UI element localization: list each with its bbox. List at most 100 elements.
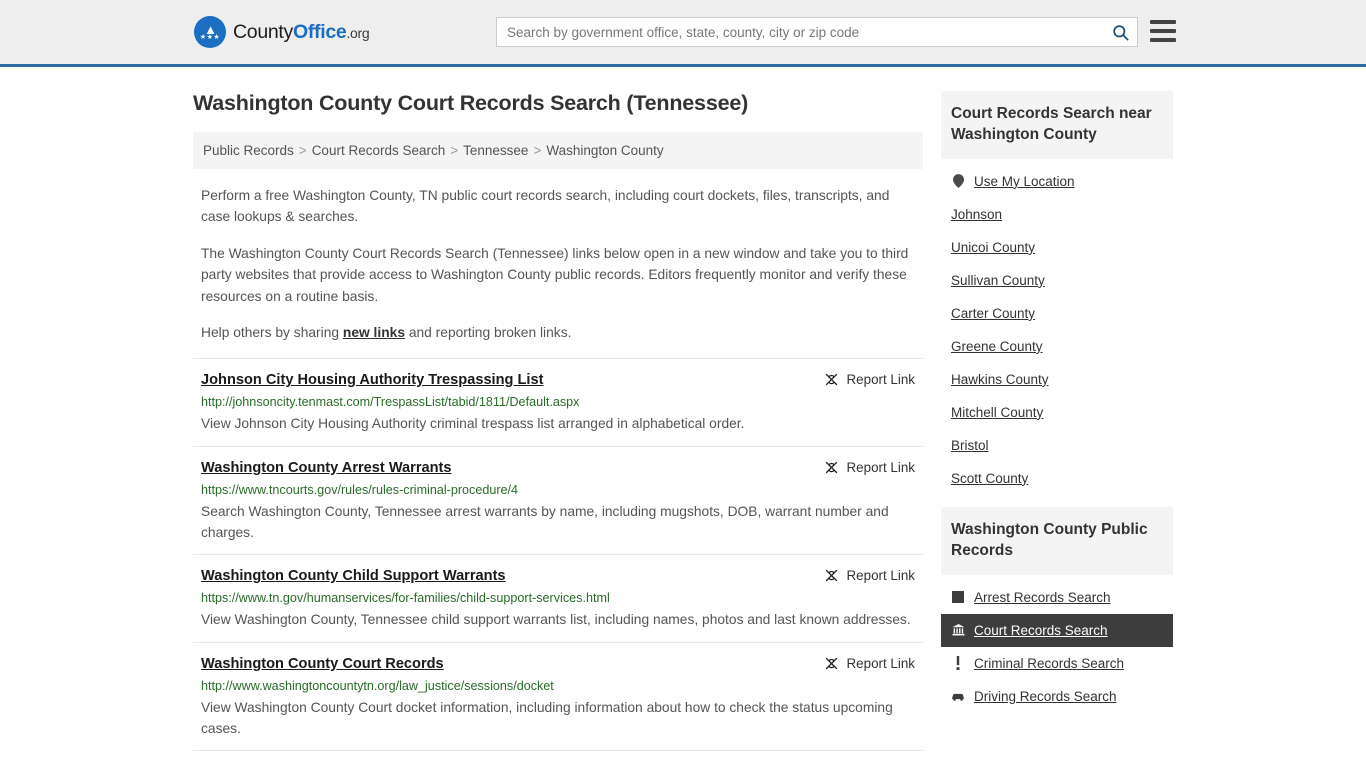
sidebar-item-criminal-records-search[interactable]: Criminal Records Search: [941, 647, 1173, 680]
broken-link-icon: [825, 461, 837, 473]
courthouse-icon: [951, 624, 965, 636]
result-url: http://johnsoncity.tenmast.com/TrespassL…: [201, 395, 580, 410]
logo-text-part2: Office: [293, 20, 347, 43]
sidebar-nearby-heading: Court Records Search near Washington Cou…: [941, 91, 1173, 159]
logo-text: CountyOffice.org: [233, 20, 370, 44]
sidebar-nearby-box: Court Records Search near Washington Cou…: [941, 91, 1173, 495]
sidebar-item-use-my-location[interactable]: Use My Location: [941, 165, 1173, 198]
breadcrumb-separator: >: [298, 143, 307, 158]
result-description: Search Washington County, Tennessee arre…: [201, 503, 889, 540]
result-url: http://www.washingtoncountytn.org/law_ju…: [201, 678, 554, 693]
new-links-link[interactable]: new links: [343, 325, 405, 340]
intro-paragraph-3: Help others by sharing new links and rep…: [193, 322, 923, 343]
result-title-link[interactable]: Washington County Child Support Warrants: [201, 567, 506, 586]
report-link-button[interactable]: Report Link: [824, 460, 915, 475]
sidebar-item-greene-county[interactable]: Greene County: [941, 330, 1173, 363]
intro-paragraph-2: The Washington County Court Records Sear…: [201, 245, 909, 304]
search-input[interactable]: [497, 18, 1103, 46]
sidebar-item-bristol[interactable]: Bristol: [941, 429, 1173, 462]
sidebar-item-label: Mitchell County: [951, 404, 1044, 420]
broken-link-icon: [825, 657, 837, 669]
site-header: ▲ ★★★ CountyOffice.org: [0, 0, 1366, 67]
hamburger-bar: [1150, 29, 1176, 33]
eagle-seal-icon: ▲ ★★★: [194, 16, 226, 48]
sidebar-item-johnson[interactable]: Johnson: [941, 198, 1173, 231]
result-url: https://www.tncourts.gov/rules/rules-cri…: [201, 482, 519, 497]
sidebar-item-driving-records-search[interactable]: Driving Records Search: [941, 680, 1173, 713]
intro-text-before: Help others by sharing: [201, 324, 343, 340]
sidebar-item-label: Court Records Search: [974, 622, 1108, 638]
report-link-button[interactable]: Report Link: [824, 372, 915, 387]
result-item: Washington County Court Records Report L…: [193, 641, 923, 751]
sidebar-nearby-list: Use My Location Johnson Unicoi County Su…: [941, 159, 1173, 495]
sidebar-item-label: Driving Records Search: [974, 688, 1117, 704]
sidebar-item-label: Unicoi County: [951, 239, 1036, 255]
search-button[interactable]: [1103, 18, 1137, 46]
report-link-label: Report Link: [846, 459, 915, 475]
breadcrumb-item-tennessee[interactable]: Tennessee: [463, 143, 528, 158]
sidebar-public-records-list: Arrest Records Search Court Records Sear…: [941, 575, 1173, 713]
sidebar-item-label: Bristol: [951, 437, 989, 453]
result-item: Washington County Child Support Warrants…: [193, 554, 923, 641]
sidebar-item-scott-county[interactable]: Scott County: [941, 462, 1173, 495]
intro-text-after: and reporting broken links.: [405, 324, 572, 340]
result-divider: [193, 750, 923, 752]
hamburger-menu-icon[interactable]: [1150, 20, 1176, 42]
result-title-link[interactable]: Johnson City Housing Authority Trespassi…: [201, 371, 543, 390]
report-link-label: Report Link: [846, 372, 915, 388]
sidebar-public-records-heading: Washington County Public Records: [941, 506, 1173, 575]
report-link-label: Report Link: [846, 568, 915, 584]
site-logo[interactable]: ▲ ★★★ CountyOffice.org: [194, 16, 370, 48]
report-link-button[interactable]: Report Link: [824, 568, 915, 583]
main-content: Washington County Court Records Search (…: [193, 67, 923, 752]
logo-text-part1: County: [233, 20, 293, 43]
result-description: View Washington County, Tennessee child …: [201, 612, 911, 628]
sidebar: Court Records Search near Washington Cou…: [941, 91, 1173, 752]
sidebar-item-sullivan-county[interactable]: Sullivan County: [941, 264, 1173, 297]
sidebar-item-unicoi-county[interactable]: Unicoi County: [941, 231, 1173, 264]
sidebar-item-label: Greene County: [951, 338, 1043, 354]
sidebar-item-arrest-records-search[interactable]: Arrest Records Search: [941, 581, 1173, 614]
page-title: Washington County Court Records Search (…: [193, 91, 749, 115]
report-link-label: Report Link: [846, 655, 915, 671]
sidebar-item-label: Criminal Records Search: [974, 655, 1125, 671]
sidebar-item-court-records-search[interactable]: Court Records Search: [941, 613, 1173, 647]
sidebar-item-label: Sullivan County: [951, 272, 1045, 288]
sidebar-item-label: Hawkins County: [951, 371, 1049, 387]
sidebar-item-label: Use My Location: [974, 173, 1075, 189]
result-title-link[interactable]: Washington County Court Records: [201, 655, 444, 674]
report-link-button[interactable]: Report Link: [824, 656, 915, 671]
hamburger-bar: [1150, 38, 1176, 42]
intro-paragraph-1: Perform a free Washington County, TN pub…: [201, 188, 890, 225]
result-item: Johnson City Housing Authority Trespassi…: [193, 358, 923, 445]
result-description: View Johnson City Housing Authority crim…: [201, 416, 745, 432]
exclamation-icon: [951, 656, 965, 671]
search-icon: [1112, 24, 1128, 40]
result-description: View Washington County Court docket info…: [201, 699, 893, 736]
breadcrumb-separator: >: [450, 143, 459, 158]
page-body: Washington County Court Records Search (…: [0, 67, 1366, 752]
sidebar-item-mitchell-county[interactable]: Mitchell County: [941, 396, 1173, 429]
sidebar-item-label: Carter County: [951, 305, 1036, 321]
search-bar[interactable]: [496, 17, 1138, 47]
sidebar-item-label: Johnson: [951, 206, 1003, 222]
breadcrumb: Public Records > Court Records Search > Tenn…: [193, 132, 923, 169]
broken-link-icon: [825, 570, 837, 582]
breadcrumb-item-washington-county[interactable]: Washington County: [546, 143, 663, 158]
sidebar-public-records-box: Washington County Public Records Arrest …: [941, 506, 1173, 713]
breadcrumb-item-court-records-search[interactable]: Court Records Search: [312, 143, 446, 158]
sidebar-item-carter-county[interactable]: Carter County: [941, 297, 1173, 330]
result-title-link[interactable]: Washington County Arrest Warrants: [201, 459, 452, 478]
fingerprint-icon: [951, 591, 965, 604]
logo-text-part3: .org: [346, 24, 370, 41]
breadcrumb-separator: >: [533, 143, 542, 158]
result-item: Washington County Arrest Warrants Report…: [193, 445, 923, 555]
result-url: https://www.tn.gov/humanservices/for-fam…: [201, 591, 610, 606]
car-icon: [951, 692, 965, 701]
hamburger-bar: [1150, 20, 1176, 24]
sidebar-item-hawkins-county[interactable]: Hawkins County: [941, 363, 1173, 396]
sidebar-item-label: Scott County: [951, 470, 1029, 486]
map-pin-icon: [951, 174, 965, 189]
breadcrumb-item-public-records[interactable]: Public Records: [203, 143, 294, 158]
broken-link-icon: [825, 374, 837, 386]
